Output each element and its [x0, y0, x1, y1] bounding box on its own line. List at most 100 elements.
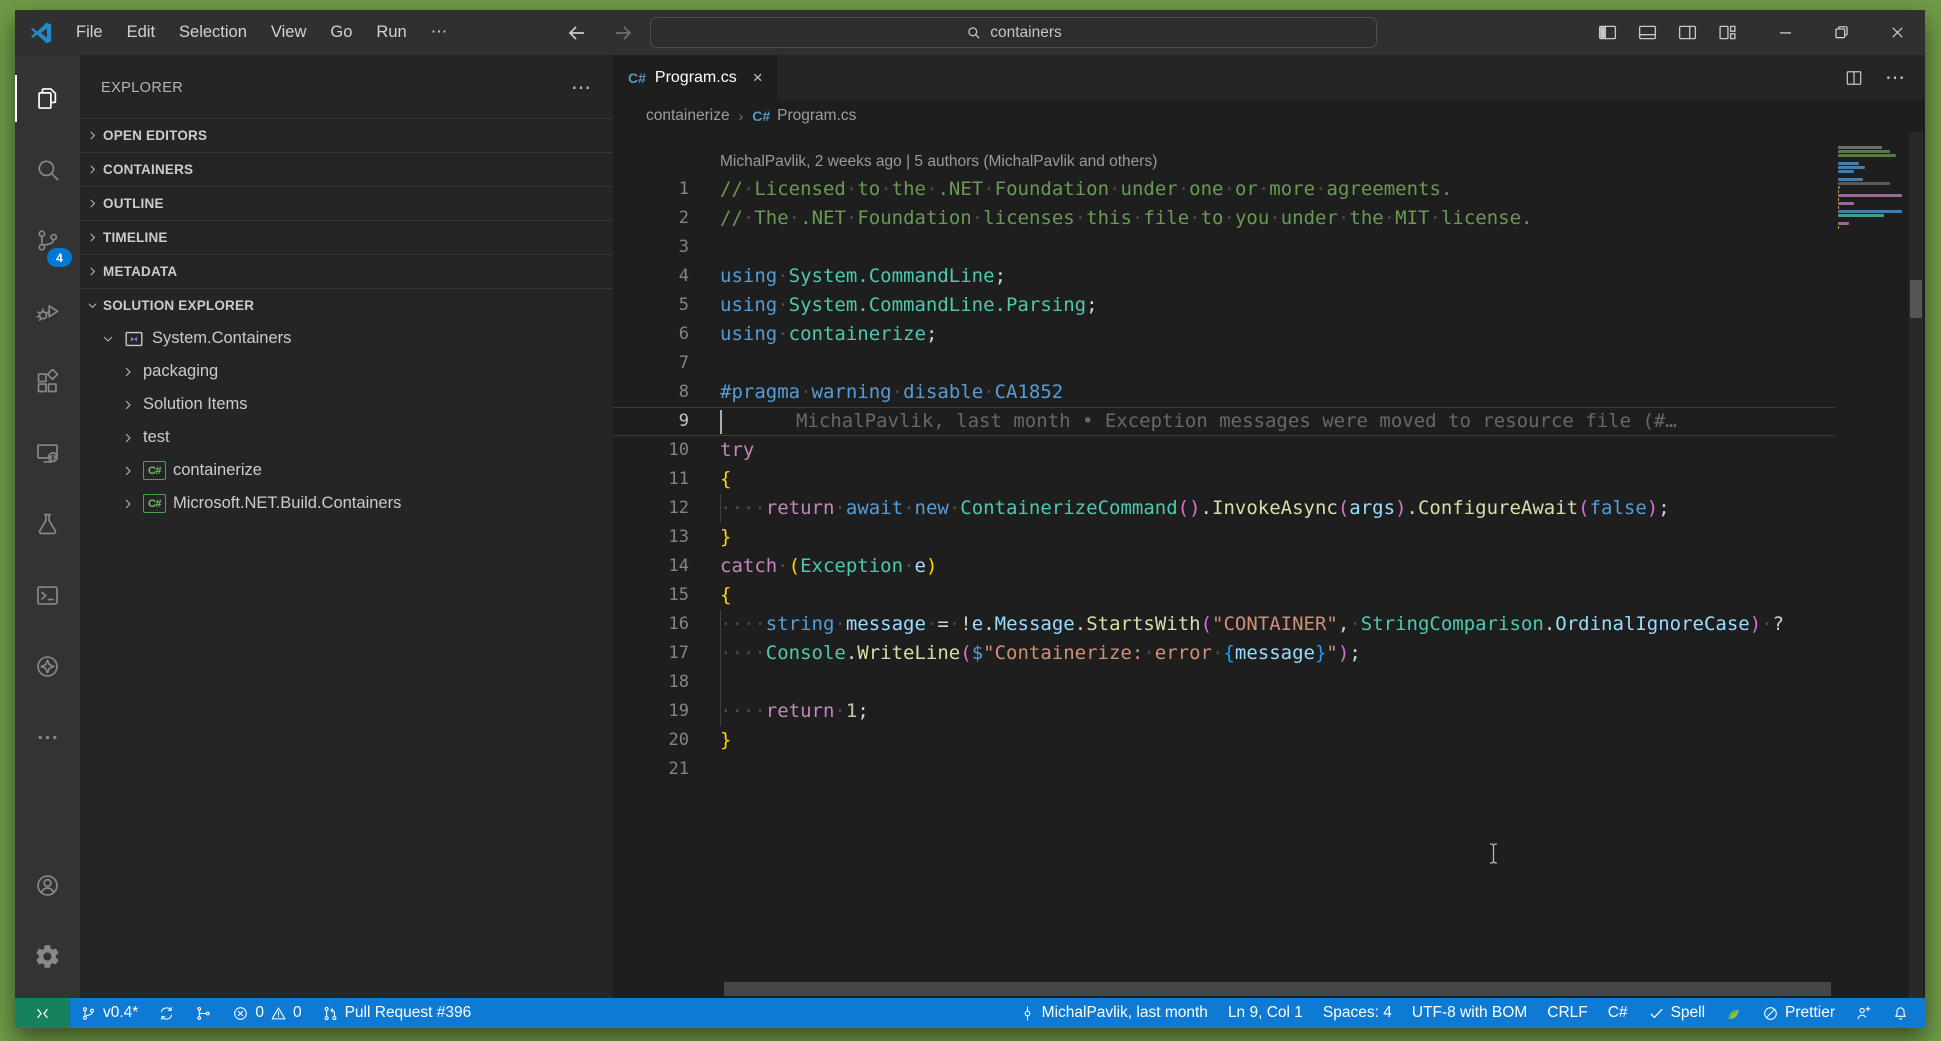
layout-right-icon[interactable] [1677, 22, 1698, 43]
section-outline[interactable]: OUTLINE [80, 186, 613, 220]
activity-explorer[interactable] [15, 63, 80, 134]
vertical-scrollbar-thumb[interactable] [1910, 280, 1922, 318]
status-prettier[interactable]: Prettier [1752, 998, 1845, 1028]
codelens-annotation[interactable]: MichalPavlik, 2 weeks ago | 5 authors (M… [613, 146, 1835, 175]
code-line-9[interactable]: 9MichalPavlik, last month • Exception me… [613, 407, 1835, 436]
editor-more-actions-icon[interactable]: ⋯ [1885, 65, 1905, 90]
code-line-7[interactable]: 7 [613, 349, 1835, 378]
activity-remote-explorer[interactable] [15, 418, 80, 489]
menu-run[interactable]: Run [364, 10, 418, 55]
section-solution-explorer[interactable]: SOLUTION EXPLORER [80, 288, 613, 322]
tab-close-icon[interactable]: × [753, 68, 763, 88]
minimap-line [1838, 182, 1890, 185]
git-blame-annotation: MichalPavlik, last month • Exception mes… [796, 408, 1677, 435]
minimize-button[interactable] [1757, 10, 1813, 55]
go-forward-icon[interactable] [611, 21, 635, 45]
tab-program-cs[interactable]: C# Program.cs × [613, 55, 778, 100]
status-leaf-extension[interactable] [1715, 998, 1752, 1028]
activity-more[interactable] [15, 702, 80, 773]
tree-item[interactable]: System.Containers [80, 322, 613, 355]
breadcrumb-item[interactable]: C# Program.cs [752, 107, 856, 125]
tree-item[interactable]: C# Microsoft.NET.Build.Containers [80, 487, 613, 520]
menu-more[interactable]: ⋯ [419, 10, 460, 55]
breadcrumb-item[interactable]: containerize [646, 107, 730, 125]
status-cursor-position[interactable]: Ln 9, Col 1 [1218, 998, 1313, 1028]
activity-settings[interactable] [15, 921, 80, 992]
line-number: 11 [613, 465, 689, 494]
horizontal-scrollbar-thumb[interactable] [724, 982, 1831, 996]
code-text: } [720, 726, 731, 755]
activity-source-control[interactable]: 4 [15, 205, 80, 276]
status-remote-indicator[interactable] [15, 998, 70, 1028]
restore-button[interactable] [1813, 10, 1869, 55]
status-encoding[interactable]: UTF-8 with BOM [1402, 998, 1537, 1028]
menu-go[interactable]: Go [318, 10, 364, 55]
layout-panel-icon[interactable] [1637, 22, 1658, 43]
go-back-icon[interactable] [565, 21, 589, 45]
code-line-20[interactable]: 20} [613, 726, 1835, 755]
command-center-search[interactable]: containers [650, 17, 1377, 48]
code-line-12[interactable]: 12····return·await·new·ContainerizeComma… [613, 494, 1835, 523]
code-line-10[interactable]: 10try [613, 436, 1835, 465]
code-line-16[interactable]: 16····string·message·=·!e.Message.Starts… [613, 610, 1835, 639]
activity-run-and-debug[interactable] [15, 276, 80, 347]
code-line-21[interactable]: 21 [613, 755, 1835, 784]
menu-file[interactable]: File [64, 10, 115, 55]
line-number: 4 [613, 262, 689, 291]
status-indentation[interactable]: Spaces: 4 [1313, 998, 1402, 1028]
activity-search[interactable] [15, 134, 80, 205]
status-pull-request[interactable]: Pull Request #396 [312, 998, 482, 1028]
code-line-19[interactable]: 19····return·1; [613, 697, 1835, 726]
code-line-15[interactable]: 15{ [613, 581, 1835, 610]
section-label: TIMELINE [103, 230, 168, 245]
code-line-17[interactable]: 17····Console.WriteLine($"Containerize:·… [613, 639, 1835, 668]
layout-left-icon[interactable] [1597, 22, 1618, 43]
menu-edit[interactable]: Edit [115, 10, 167, 55]
tree-item[interactable]: packaging [80, 355, 613, 388]
status-source-control-graph[interactable] [185, 998, 222, 1028]
minimap[interactable] [1838, 146, 1907, 234]
section-metadata[interactable]: METADATA [80, 254, 613, 288]
status-feedback[interactable] [1845, 998, 1882, 1028]
split-editor-icon[interactable] [1844, 68, 1864, 88]
code-line-13[interactable]: 13} [613, 523, 1835, 552]
section-containers[interactable]: CONTAINERS [80, 152, 613, 186]
activity-extensions[interactable] [15, 347, 80, 418]
vertical-scrollbar[interactable] [1909, 132, 1923, 998]
activity-compass[interactable] [15, 631, 80, 702]
code-line-6[interactable]: 6using·containerize; [613, 320, 1835, 349]
status-language-mode[interactable]: C# [1598, 998, 1638, 1028]
code-line-2[interactable]: 2//·The·.NET·Foundation·licenses·this·fi… [613, 204, 1835, 233]
views-more-actions-icon[interactable]: ⋯ [571, 75, 591, 100]
status-commit-blame[interactable]: MichalPavlik, last month [1009, 998, 1218, 1028]
code-line-18[interactable]: 18 [613, 668, 1835, 697]
code-line-14[interactable]: 14catch·(Exception·e) [613, 552, 1835, 581]
section-timeline[interactable]: TIMELINE [80, 220, 613, 254]
section-open-editors[interactable]: OPEN EDITORS [80, 118, 613, 152]
code-line-5[interactable]: 5using·System.CommandLine.Parsing; [613, 291, 1835, 320]
activity-terminal[interactable] [15, 560, 80, 631]
code-line-8[interactable]: 8#pragma·warning·disable·CA1852 [613, 378, 1835, 407]
status-label: v0.4* [103, 1004, 138, 1022]
status-eol-sequence[interactable]: CRLF [1537, 998, 1597, 1028]
code-editor[interactable]: MichalPavlik, 2 weeks ago | 5 authors (M… [613, 132, 1925, 998]
tree-item[interactable]: test [80, 421, 613, 454]
code-line-4[interactable]: 4 using·System.CommandLine; [613, 262, 1835, 291]
status-sync-changes[interactable] [148, 998, 185, 1028]
tree-item[interactable]: Solution Items [80, 388, 613, 421]
code-line-1[interactable]: 1//·Licensed·to·the·.NET·Foundation·unde… [613, 175, 1835, 204]
menu-selection[interactable]: Selection [167, 10, 259, 55]
code-text: using·System.CommandLine; [720, 262, 1006, 291]
status-notifications[interactable] [1882, 998, 1919, 1028]
code-line-3[interactable]: 3 [613, 233, 1835, 262]
activity-testing[interactable] [15, 489, 80, 560]
code-line-11[interactable]: 11{ [613, 465, 1835, 494]
status-spell-checker[interactable]: Spell [1638, 998, 1715, 1028]
tree-item[interactable]: C# containerize [80, 454, 613, 487]
activity-accounts[interactable] [15, 850, 80, 921]
status-git-branch[interactable]: v0.4* [70, 998, 148, 1028]
close-button[interactable] [1869, 10, 1925, 55]
layout-grid-icon[interactable] [1717, 22, 1738, 43]
status-problems[interactable]: 00 [222, 998, 311, 1028]
menu-view[interactable]: View [259, 10, 318, 55]
